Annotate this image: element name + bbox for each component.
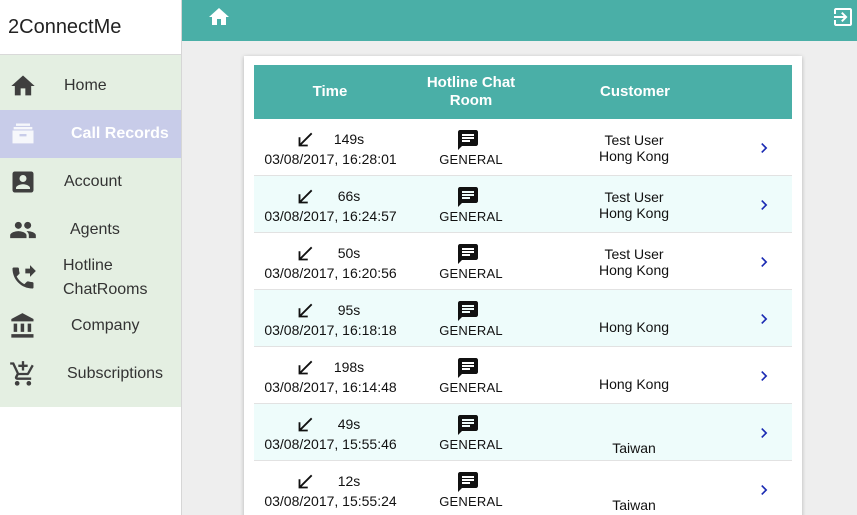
table-header: Time Hotline Chat Room Customer xyxy=(254,65,792,119)
call-duration: 198s xyxy=(333,359,365,375)
customer-location: Taiwan xyxy=(612,440,656,456)
column-header-customer: Customer xyxy=(599,83,670,100)
customer-location: Hong Kong xyxy=(598,148,670,164)
home-icon xyxy=(0,72,46,100)
call-received-icon xyxy=(294,471,316,493)
chat-room-name: GENERAL xyxy=(439,380,503,395)
chevron-right-icon[interactable] xyxy=(754,366,774,386)
table-row[interactable]: 50s 03/08/2017, 16:20:56 GENERAL Test Us… xyxy=(254,233,792,290)
table-row[interactable]: 95s 03/08/2017, 16:18:18 GENERAL Hong Ko… xyxy=(254,290,792,347)
table-row[interactable]: 49s 03/08/2017, 15:55:46 GENERAL Taiwan xyxy=(254,404,792,461)
call-datetime: 03/08/2017, 16:24:57 xyxy=(264,208,397,224)
call-duration: 49s xyxy=(337,416,361,432)
chevron-right-icon[interactable] xyxy=(754,309,774,329)
sidebar-item-call-records[interactable]: Call Records xyxy=(0,110,181,158)
call-duration: 66s xyxy=(337,188,361,204)
sidebar-item-label: Agents xyxy=(70,221,120,238)
chevron-right-icon[interactable] xyxy=(754,138,774,158)
bank-icon xyxy=(0,312,46,340)
chat-room-name: GENERAL xyxy=(439,494,503,509)
table-row[interactable]: 12s 03/08/2017, 15:55:24 GENERAL Taiwan xyxy=(254,461,792,515)
exit-to-app-icon[interactable] xyxy=(831,5,855,29)
call-datetime: 03/08/2017, 15:55:24 xyxy=(264,493,397,509)
call-records-card: Time Hotline Chat Room Customer 149s 03/… xyxy=(244,56,802,515)
phone-forward-icon xyxy=(0,264,46,292)
call-records-list: 149s 03/08/2017, 16:28:01 GENERAL Test U… xyxy=(254,119,792,515)
customer-name: Test User xyxy=(604,189,664,205)
archive-box-icon xyxy=(0,120,46,148)
customer-name: Test User xyxy=(604,132,664,148)
sidebar-item-company[interactable]: Company xyxy=(0,302,181,350)
call-received-icon xyxy=(294,186,316,208)
call-received-icon xyxy=(294,300,316,322)
customer-location: Hong Kong xyxy=(598,319,670,335)
chat-icon xyxy=(456,185,480,209)
sidebar-item-label: Home xyxy=(64,77,107,94)
column-header-room: Hotline Chat Room xyxy=(426,74,516,109)
brand-title: 2ConnectMe xyxy=(0,0,181,55)
chevron-right-icon[interactable] xyxy=(754,252,774,272)
table-row[interactable]: 198s 03/08/2017, 16:14:48 GENERAL Hong K… xyxy=(254,347,792,404)
call-duration: 50s xyxy=(337,245,361,261)
top-app-bar xyxy=(182,0,857,41)
chat-room-name: GENERAL xyxy=(439,209,503,224)
sidebar-item-label: Company xyxy=(71,317,140,334)
customer-name: Test User xyxy=(604,246,664,262)
call-received-icon xyxy=(294,243,316,265)
call-datetime: 03/08/2017, 15:55:46 xyxy=(264,436,397,452)
sidebar-item-home[interactable]: Home xyxy=(0,62,181,110)
chevron-right-icon[interactable] xyxy=(754,195,774,215)
call-datetime: 03/08/2017, 16:20:56 xyxy=(264,265,397,281)
sidebar-item-hotline-chatrooms[interactable]: Hotline ChatRooms xyxy=(0,254,181,302)
call-received-icon xyxy=(294,129,316,151)
call-duration: 12s xyxy=(337,473,361,489)
call-received-icon xyxy=(294,357,316,379)
sidebar-item-label: Subscriptions xyxy=(67,365,164,382)
add-shopping-cart-icon xyxy=(0,360,46,388)
chat-icon xyxy=(456,470,480,494)
sidebar-item-agents[interactable]: Agents xyxy=(0,206,181,254)
column-header-time: Time xyxy=(312,83,348,100)
chevron-right-icon[interactable] xyxy=(754,423,774,443)
chat-icon xyxy=(456,128,480,152)
call-datetime: 03/08/2017, 16:14:48 xyxy=(264,379,397,395)
sidebar-item-label: Hotline ChatRooms xyxy=(63,257,148,298)
sidebar-item-account[interactable]: Account xyxy=(0,158,181,206)
chat-room-name: GENERAL xyxy=(439,266,503,281)
customer-location: Hong Kong xyxy=(598,376,670,392)
sidebar-item-subscriptions[interactable]: Subscriptions xyxy=(0,350,181,398)
account-box-icon xyxy=(0,168,46,196)
people-icon xyxy=(0,216,46,244)
chat-room-name: GENERAL xyxy=(439,152,503,167)
call-datetime: 03/08/2017, 16:28:01 xyxy=(264,151,397,167)
sidebar-nav: Home Call Records Account Agents Hotline… xyxy=(0,55,181,407)
chevron-right-icon[interactable] xyxy=(754,480,774,500)
home-icon[interactable] xyxy=(207,5,231,29)
customer-location: Hong Kong xyxy=(598,262,670,278)
chat-room-name: GENERAL xyxy=(439,323,503,338)
call-duration: 95s xyxy=(337,302,361,318)
sidebar-item-label: Account xyxy=(64,173,122,190)
table-row[interactable]: 149s 03/08/2017, 16:28:01 GENERAL Test U… xyxy=(254,119,792,176)
chat-icon xyxy=(456,299,480,323)
chat-icon xyxy=(456,356,480,380)
chat-icon xyxy=(456,242,480,266)
customer-location: Hong Kong xyxy=(598,205,670,221)
sidebar-item-label: Call Records xyxy=(71,125,169,142)
chat-icon xyxy=(456,413,480,437)
call-duration: 149s xyxy=(333,131,365,147)
chat-room-name: GENERAL xyxy=(439,437,503,452)
customer-location: Taiwan xyxy=(612,497,656,513)
call-received-icon xyxy=(294,414,316,436)
sidebar: 2ConnectMe Home Call Records Account Age… xyxy=(0,0,182,515)
call-datetime: 03/08/2017, 16:18:18 xyxy=(264,322,397,338)
table-row[interactable]: 66s 03/08/2017, 16:24:57 GENERAL Test Us… xyxy=(254,176,792,233)
